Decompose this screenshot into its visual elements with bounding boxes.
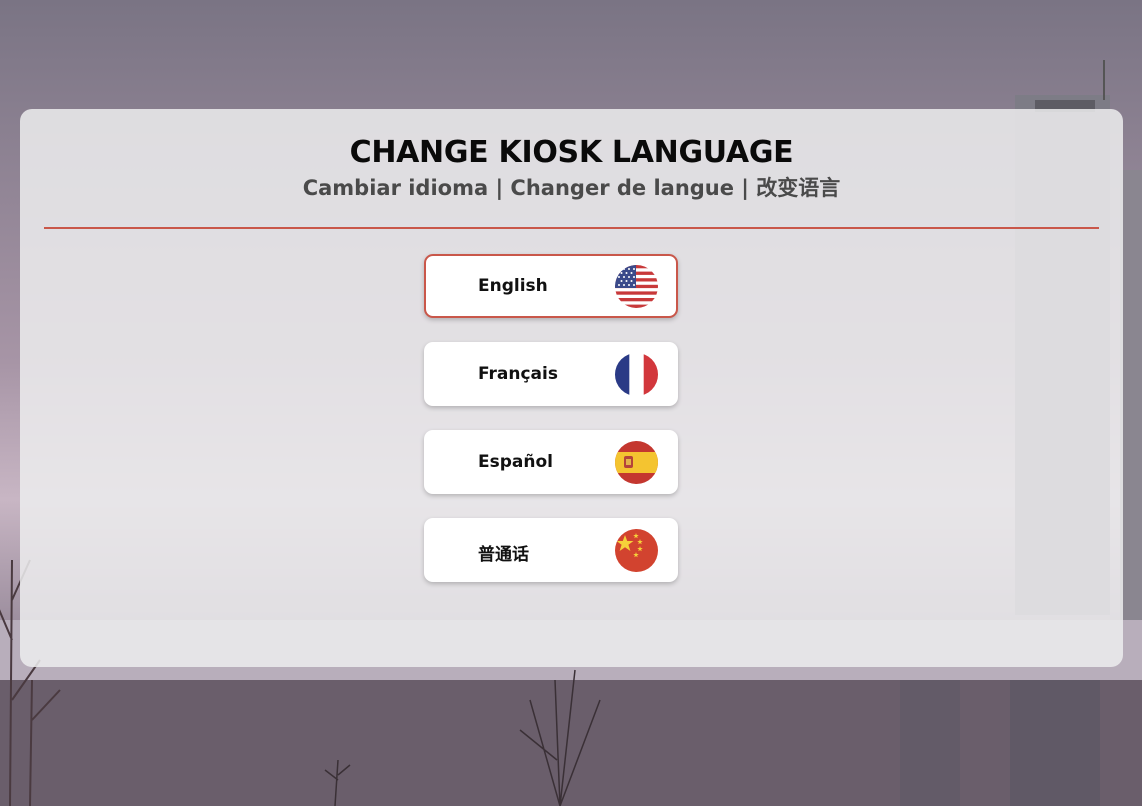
- language-button-french[interactable]: Français: [424, 342, 678, 406]
- language-label: Français: [478, 364, 558, 384]
- page-title: CHANGE KIOSK LANGUAGE: [349, 135, 794, 170]
- language-label: Español: [478, 452, 553, 472]
- page-subtitle: Cambiar idioma | Changer de langue | 改变语…: [302, 176, 841, 200]
- language-label: 普通话: [478, 545, 529, 565]
- china-flag-icon: [615, 529, 658, 572]
- divider: [44, 227, 1099, 229]
- language-button-english[interactable]: English: [424, 254, 678, 318]
- language-button-mandarin[interactable]: 普通话: [424, 518, 678, 582]
- france-flag-icon: [615, 353, 658, 396]
- language-label: English: [478, 276, 548, 296]
- spain-flag-icon: [615, 441, 658, 484]
- language-dialog: CHANGE KIOSK LANGUAGE Cambiar idioma | C…: [20, 109, 1123, 667]
- us-flag-icon: [615, 265, 658, 308]
- language-button-spanish[interactable]: Español: [424, 430, 678, 494]
